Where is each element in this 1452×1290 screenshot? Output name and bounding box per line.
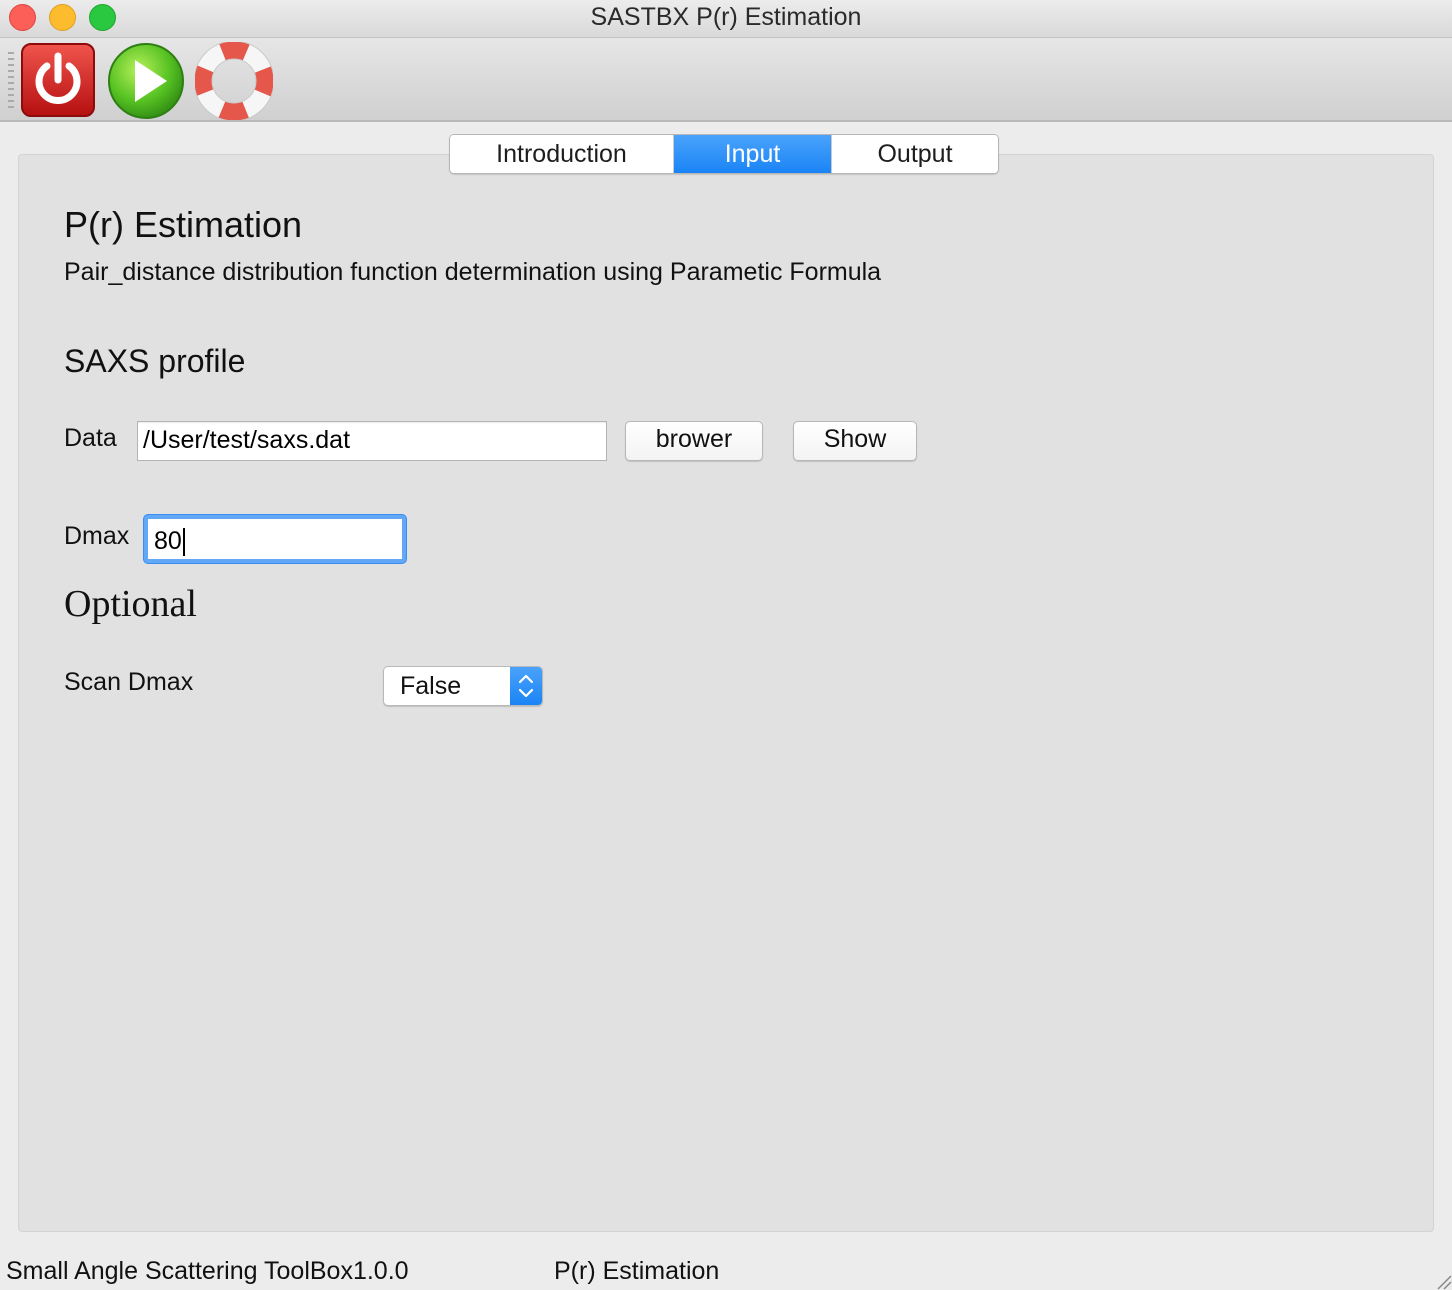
help-button[interactable] (193, 40, 275, 122)
toolbar (0, 38, 1452, 122)
scan-dmax-label: Scan Dmax (64, 668, 194, 696)
optional-heading: Optional (64, 583, 197, 625)
brower-button[interactable]: brower (625, 421, 763, 461)
dmax-input[interactable]: 80 (144, 515, 406, 563)
tab-content-panel (18, 154, 1434, 1232)
dmax-label: Dmax (64, 522, 130, 550)
title-bar: SASTBX P(r) Estimation (0, 0, 1452, 38)
show-button[interactable]: Show (793, 421, 917, 461)
chevron-up-down-icon (518, 674, 534, 698)
data-label: Data (64, 424, 117, 452)
status-module-name: P(r) Estimation (554, 1257, 720, 1285)
power-icon (21, 43, 95, 117)
saxs-profile-heading: SAXS profile (64, 343, 246, 379)
tab-bar: Introduction Input Output (449, 134, 999, 174)
text-caret (182, 528, 185, 557)
scan-dmax-value: False (400, 672, 462, 700)
resize-grip-icon[interactable] (1430, 1268, 1452, 1290)
scan-dmax-select[interactable]: False (383, 666, 543, 706)
status-app-version: Small Angle Scattering ToolBox1.0.0 (6, 1257, 409, 1285)
page-title: P(r) Estimation (64, 204, 303, 245)
run-icon (108, 43, 184, 119)
page-subtitle: Pair_distance distribution function dete… (64, 258, 882, 286)
window-title: SASTBX P(r) Estimation (590, 3, 862, 31)
help-lifebuoy-icon (193, 40, 275, 122)
run-button[interactable] (107, 42, 184, 119)
dmax-value: 80 (154, 527, 182, 555)
data-file-input[interactable]: /User/test/saxs.dat (137, 421, 607, 461)
tab-input[interactable]: Input (673, 135, 831, 173)
tab-output[interactable]: Output (831, 135, 998, 173)
toolbar-grip[interactable] (8, 52, 14, 108)
quit-button[interactable] (20, 42, 96, 118)
tab-introduction[interactable]: Introduction (450, 135, 673, 173)
select-arrows[interactable] (510, 667, 542, 705)
